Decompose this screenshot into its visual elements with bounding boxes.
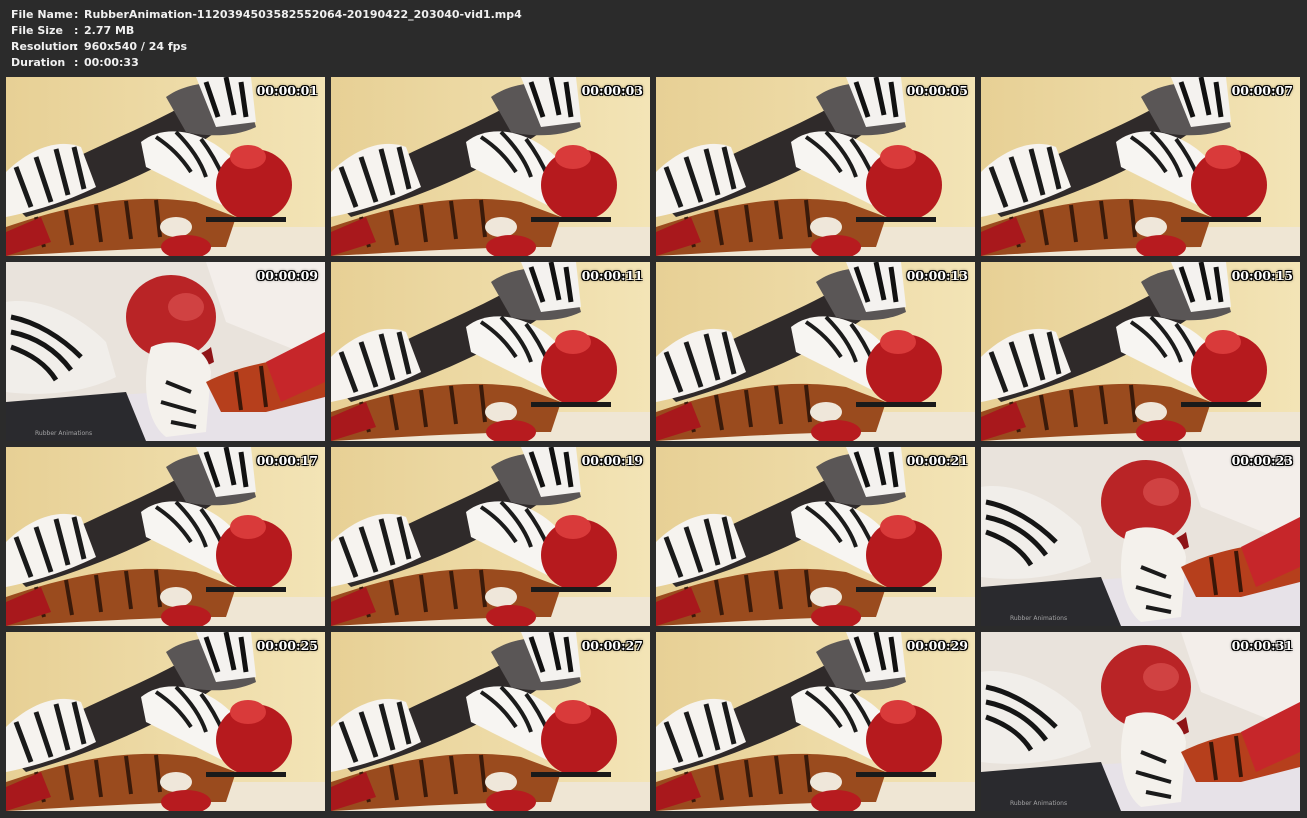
thumbnail-image — [331, 447, 650, 626]
timestamp-label: 00:00:29 — [906, 638, 968, 653]
watermark: Rubber Animations — [1010, 800, 1068, 807]
file-size-label: File Size — [11, 24, 63, 37]
thumbnail[interactable]: 00:00:11 — [331, 262, 650, 441]
thumbnail[interactable]: 00:00:21 — [656, 447, 975, 626]
thumbnail-image — [656, 447, 975, 626]
file-name-value: RubberAnimation-1120394503582552064-2019… — [84, 8, 522, 21]
thumbnail-image — [6, 632, 325, 811]
thumbnail-image — [981, 632, 1300, 811]
timestamp-label: 00:00:07 — [1231, 83, 1293, 98]
thumbnail-image — [331, 77, 650, 256]
file-info-row-size: File Size : 2.77 MB — [11, 23, 522, 39]
timestamp-label: 00:00:11 — [581, 268, 643, 283]
thumbnail-image — [6, 262, 325, 441]
thumbnail[interactable]: 00:00:01 — [6, 77, 325, 256]
timestamp-label: 00:00:19 — [581, 453, 643, 468]
thumbnail-image — [6, 447, 325, 626]
timestamp-label: 00:00:09 — [256, 268, 318, 283]
duration-value: 00:00:33 — [84, 56, 139, 69]
timestamp-label: 00:00:17 — [256, 453, 318, 468]
thumbnail-image — [656, 262, 975, 441]
file-name-label: File Name — [11, 8, 73, 21]
thumbnail[interactable]: 00:00:15 — [981, 262, 1300, 441]
file-info-row-name: File Name : RubberAnimation-112039450358… — [11, 7, 522, 23]
thumbnail[interactable]: 00:00:13 — [656, 262, 975, 441]
duration-label: Duration — [11, 56, 66, 69]
thumbnail-image — [331, 262, 650, 441]
resolution-value: 960x540 / 24 fps — [84, 40, 188, 53]
timestamp-label: 00:00:25 — [256, 638, 318, 653]
watermark: Rubber Animations — [1010, 615, 1068, 622]
thumbnail[interactable]: 00:00:03 — [331, 77, 650, 256]
thumbnail[interactable]: 00:00:17 — [6, 447, 325, 626]
timestamp-label: 00:00:13 — [906, 268, 968, 283]
thumbnail-image — [981, 262, 1300, 441]
separator: : — [74, 8, 79, 21]
thumbnail-image — [656, 77, 975, 256]
timestamp-label: 00:00:01 — [256, 83, 318, 98]
file-info-row-duration: Duration : 00:00:33 — [11, 55, 522, 71]
thumbnail[interactable]: 00:00:25 — [6, 632, 325, 811]
thumbnail-grid: 00:00:01 00:00:03 00:00:05 00:00:07 00:0… — [6, 77, 1302, 812]
separator: : — [74, 40, 79, 53]
timestamp-label: 00:00:27 — [581, 638, 643, 653]
timestamp-label: 00:00:23 — [1231, 453, 1293, 468]
thumbnail[interactable]: 00:00:09 Rubber Animations — [6, 262, 325, 441]
thumbnail-image — [981, 447, 1300, 626]
timestamp-label: 00:00:21 — [906, 453, 968, 468]
thumbnail[interactable]: 00:00:19 — [331, 447, 650, 626]
timestamp-label: 00:00:03 — [581, 83, 643, 98]
thumbnail[interactable]: 00:00:05 — [656, 77, 975, 256]
file-info-row-resolution: Resolution : 960x540 / 24 fps — [11, 39, 522, 55]
thumbnail-image — [331, 632, 650, 811]
thumbnail-image — [656, 632, 975, 811]
separator: : — [74, 56, 79, 69]
thumbnail[interactable]: 00:00:23 Rubber Animations — [981, 447, 1300, 626]
thumbnail[interactable]: 00:00:31 Rubber Animations — [981, 632, 1300, 811]
thumbnail-image — [6, 77, 325, 256]
thumbnail[interactable]: 00:00:07 — [981, 77, 1300, 256]
file-size-value: 2.77 MB — [84, 24, 135, 37]
timestamp-label: 00:00:05 — [906, 83, 968, 98]
resolution-label: Resolution — [11, 40, 78, 53]
watermark: Rubber Animations — [35, 430, 93, 437]
timestamp-label: 00:00:31 — [1231, 638, 1293, 653]
thumbnail[interactable]: 00:00:27 — [331, 632, 650, 811]
timestamp-label: 00:00:15 — [1231, 268, 1293, 283]
file-info-panel: File Name : RubberAnimation-112039450358… — [11, 7, 522, 71]
thumbnail-image — [981, 77, 1300, 256]
thumbnail[interactable]: 00:00:29 — [656, 632, 975, 811]
separator: : — [74, 24, 79, 37]
